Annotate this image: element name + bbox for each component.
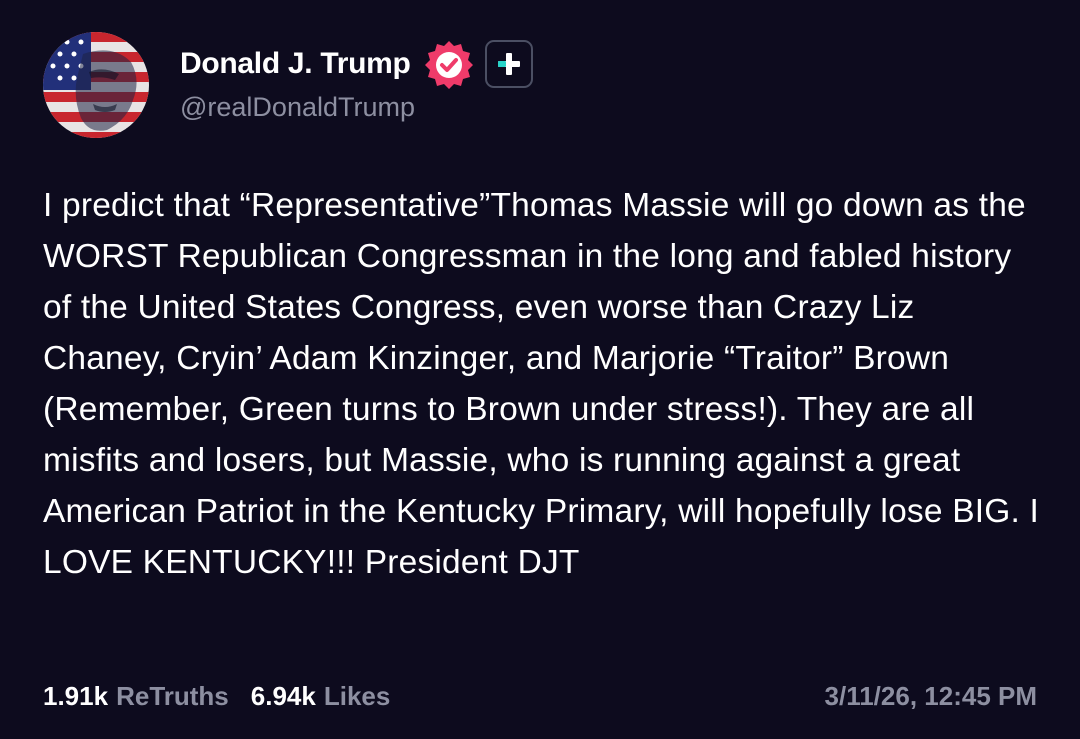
author-identity: Donald J. Trump @realDonaldTrump bbox=[180, 38, 533, 123]
verified-badge-icon bbox=[423, 38, 475, 90]
retruths-stat[interactable]: 1.91k ReTruths bbox=[43, 681, 229, 712]
retruths-count: 1.91k bbox=[43, 680, 109, 711]
retruths-label: ReTruths bbox=[116, 680, 229, 711]
name-row: Donald J. Trump bbox=[180, 38, 533, 90]
post-header: Donald J. Trump @realDonaldTrump bbox=[43, 32, 533, 138]
likes-label: Likes bbox=[323, 680, 391, 711]
post-timestamp[interactable]: 3/11/26, 12:45 PM bbox=[825, 681, 1037, 712]
display-name[interactable]: Donald J. Trump bbox=[180, 47, 411, 81]
post-card: Donald J. Trump @realDonaldTrump I predi… bbox=[0, 0, 1080, 739]
plus-badge-icon bbox=[484, 40, 533, 88]
avatar[interactable] bbox=[43, 32, 149, 138]
likes-count: 6.94k bbox=[250, 680, 316, 711]
author-handle[interactable]: @realDonaldTrump bbox=[180, 92, 533, 123]
post-footer: 1.91k ReTruths 6.94k Likes 3/11/26, 12:4… bbox=[43, 676, 1037, 716]
likes-stat[interactable]: 6.94k Likes bbox=[251, 681, 391, 712]
flag-portrait-avatar-icon bbox=[43, 32, 149, 138]
post-text: I predict that “Representative”Thomas Ma… bbox=[43, 187, 1040, 581]
